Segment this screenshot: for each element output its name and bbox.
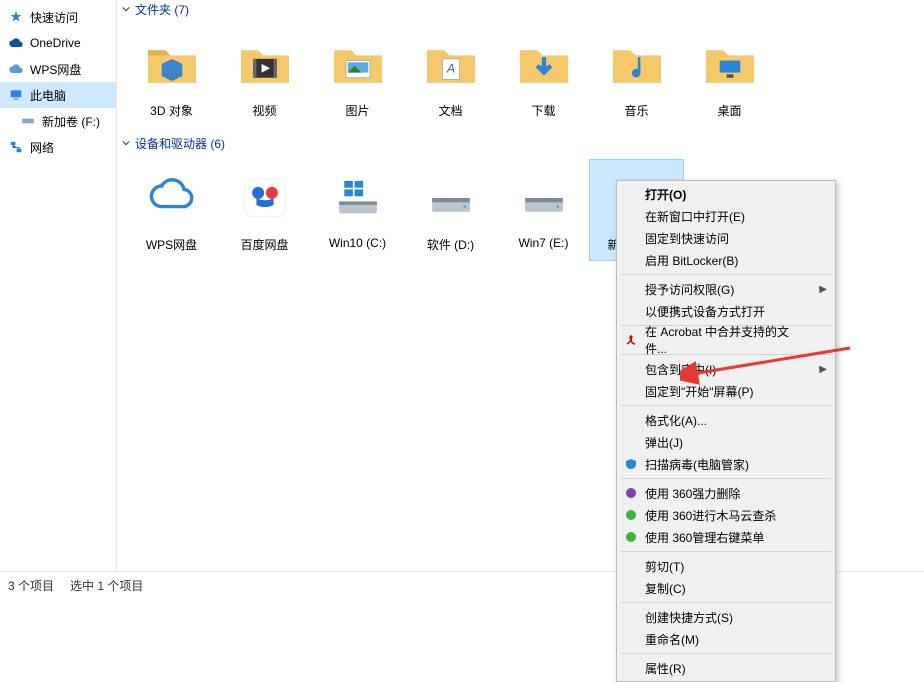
menu-format[interactable]: 格式化(A)... — [617, 409, 835, 431]
menu-open-new-window[interactable]: 在新窗口中打开(E) — [617, 205, 835, 227]
navigation-pane: 快速访问 OneDrive WPS网盘 此电脑 新加卷 (F:) 网络 — [0, 0, 117, 570]
folder-download-icon — [512, 32, 576, 96]
menu-create-shortcut[interactable]: 创建快捷方式(S) — [617, 606, 835, 628]
file-label: 软件 (D:) — [427, 236, 474, 253]
menu-360-force-delete[interactable]: 使用 360强力删除 — [617, 482, 835, 504]
chevron-right-icon: ▶ — [819, 284, 827, 295]
sidebar-item-this-pc[interactable]: 此电脑 — [0, 82, 116, 108]
menu-include-library[interactable]: 包含到库中(I)▶ — [617, 358, 835, 380]
menu-pin-start[interactable]: 固定到"开始"屏幕(P) — [617, 380, 835, 402]
drive-win7-e[interactable]: Win7 (E:) — [497, 160, 590, 260]
folder-videos[interactable]: 视频 — [218, 26, 311, 126]
drive-baidu[interactable]: 百度网盘 — [218, 160, 311, 260]
wps-cloud-icon — [8, 61, 24, 77]
drive-icon — [512, 166, 576, 230]
sidebar-item-label: 快速访问 — [30, 9, 78, 26]
drive-icon — [419, 166, 483, 230]
folder-documents[interactable]: A 文档 — [404, 26, 497, 126]
file-label: 下载 — [531, 102, 555, 119]
drive-icon — [20, 113, 36, 129]
folders-row: 3D 对象 视频 图片 A 文档 下载 — [117, 18, 924, 134]
group-header-label: 设备和驱动器 (6) — [135, 135, 225, 152]
status-selection: 选中 1 个项目 — [70, 577, 143, 594]
folder-music-icon — [605, 32, 669, 96]
menu-eject[interactable]: 弹出(J) — [617, 431, 835, 453]
folder-3d-icon — [140, 32, 204, 96]
folder-downloads[interactable]: 下载 — [497, 26, 590, 126]
folder-pictures-icon — [326, 32, 390, 96]
folder-3d-objects[interactable]: 3D 对象 — [125, 26, 218, 126]
menu-pin-quick-access[interactable]: 固定到快速访问 — [617, 227, 835, 249]
folder-music[interactable]: 音乐 — [590, 26, 683, 126]
sidebar-item-quick-access[interactable]: 快速访问 — [0, 4, 116, 30]
star-icon — [8, 9, 24, 25]
sidebar-item-wps[interactable]: WPS网盘 — [0, 56, 116, 82]
sidebar-item-label: 此电脑 — [30, 87, 66, 104]
file-label: 文档 — [438, 102, 462, 119]
menu-enable-bitlocker[interactable]: 启用 BitLocker(B) — [617, 249, 835, 271]
file-label: 视频 — [252, 102, 276, 119]
group-header-drives[interactable]: 设备和驱动器 (6) — [117, 134, 924, 152]
folder-video-icon — [233, 32, 297, 96]
chevron-down-icon — [121, 4, 131, 14]
file-label: 桌面 — [717, 102, 741, 119]
menu-separator — [621, 405, 831, 406]
sidebar-item-label: OneDrive — [30, 36, 81, 50]
group-header-label: 文件夹 (7) — [135, 1, 189, 18]
file-label: 音乐 — [624, 102, 648, 119]
shield-icon — [623, 456, 639, 472]
drive-win10-c[interactable]: Win10 (C:) — [311, 160, 404, 260]
drive-software-d[interactable]: 软件 (D:) — [404, 160, 497, 260]
360-green-icon — [623, 529, 639, 545]
sidebar-item-label: WPS网盘 — [30, 61, 81, 78]
menu-copy[interactable]: 复制(C) — [617, 577, 835, 599]
windows-drive-icon — [326, 166, 390, 230]
sidebar-item-label: 网络 — [30, 139, 54, 156]
drive-context-menu: 打开(O) 在新窗口中打开(E) 固定到快速访问 启用 BitLocker(B)… — [616, 180, 836, 682]
sidebar-item-network[interactable]: 网络 — [0, 134, 116, 160]
folder-pictures[interactable]: 图片 — [311, 26, 404, 126]
menu-360-trojan-scan[interactable]: 使用 360进行木马云查杀 — [617, 504, 835, 526]
drive-wps[interactable]: WPS网盘 — [125, 160, 218, 260]
baidu-drive-icon — [233, 166, 297, 230]
menu-scan-virus[interactable]: 扫描病毒(电脑管家) — [617, 453, 835, 475]
status-item-count: 3 个项目 — [8, 577, 54, 594]
menu-open-portable[interactable]: 以便携式设备方式打开 — [617, 300, 835, 322]
menu-acrobat-combine[interactable]: 在 Acrobat 中合并支持的文件... — [617, 329, 835, 351]
file-label: Win7 (E:) — [518, 236, 568, 250]
360-purple-icon — [623, 485, 639, 501]
cloud-icon — [8, 35, 24, 51]
file-label: Win10 (C:) — [329, 236, 386, 250]
menu-open[interactable]: 打开(O) — [617, 183, 835, 205]
menu-separator — [621, 551, 831, 552]
folder-docs-icon: A — [419, 32, 483, 96]
menu-360-manage-menu[interactable]: 使用 360管理右键菜单 — [617, 526, 835, 548]
menu-separator — [621, 653, 831, 654]
network-icon — [8, 139, 24, 155]
sidebar-item-label: 新加卷 (F:) — [42, 113, 100, 130]
file-label: 图片 — [345, 102, 369, 119]
menu-separator — [621, 602, 831, 603]
menu-cut[interactable]: 剪切(T) — [617, 555, 835, 577]
file-label: 百度网盘 — [240, 236, 288, 253]
sidebar-item-drive-f[interactable]: 新加卷 (F:) — [0, 108, 116, 134]
chevron-right-icon: ▶ — [819, 364, 827, 375]
acrobat-icon — [623, 332, 639, 348]
pc-icon — [8, 87, 24, 103]
menu-give-access[interactable]: 授予访问权限(G)▶ — [617, 278, 835, 300]
menu-properties[interactable]: 属性(R) — [617, 657, 835, 679]
group-header-folders[interactable]: 文件夹 (7) — [117, 0, 924, 18]
chevron-down-icon — [121, 138, 131, 148]
menu-rename[interactable]: 重命名(M) — [617, 628, 835, 650]
360-green-icon — [623, 507, 639, 523]
svg-text:A: A — [445, 62, 454, 76]
file-label: WPS网盘 — [146, 236, 197, 253]
folder-desktop-icon — [698, 32, 762, 96]
menu-separator — [621, 274, 831, 275]
sidebar-item-onedrive[interactable]: OneDrive — [0, 30, 116, 56]
file-label: 3D 对象 — [150, 102, 193, 119]
wps-drive-icon — [140, 166, 204, 230]
menu-separator — [621, 478, 831, 479]
folder-desktop[interactable]: 桌面 — [683, 26, 776, 126]
